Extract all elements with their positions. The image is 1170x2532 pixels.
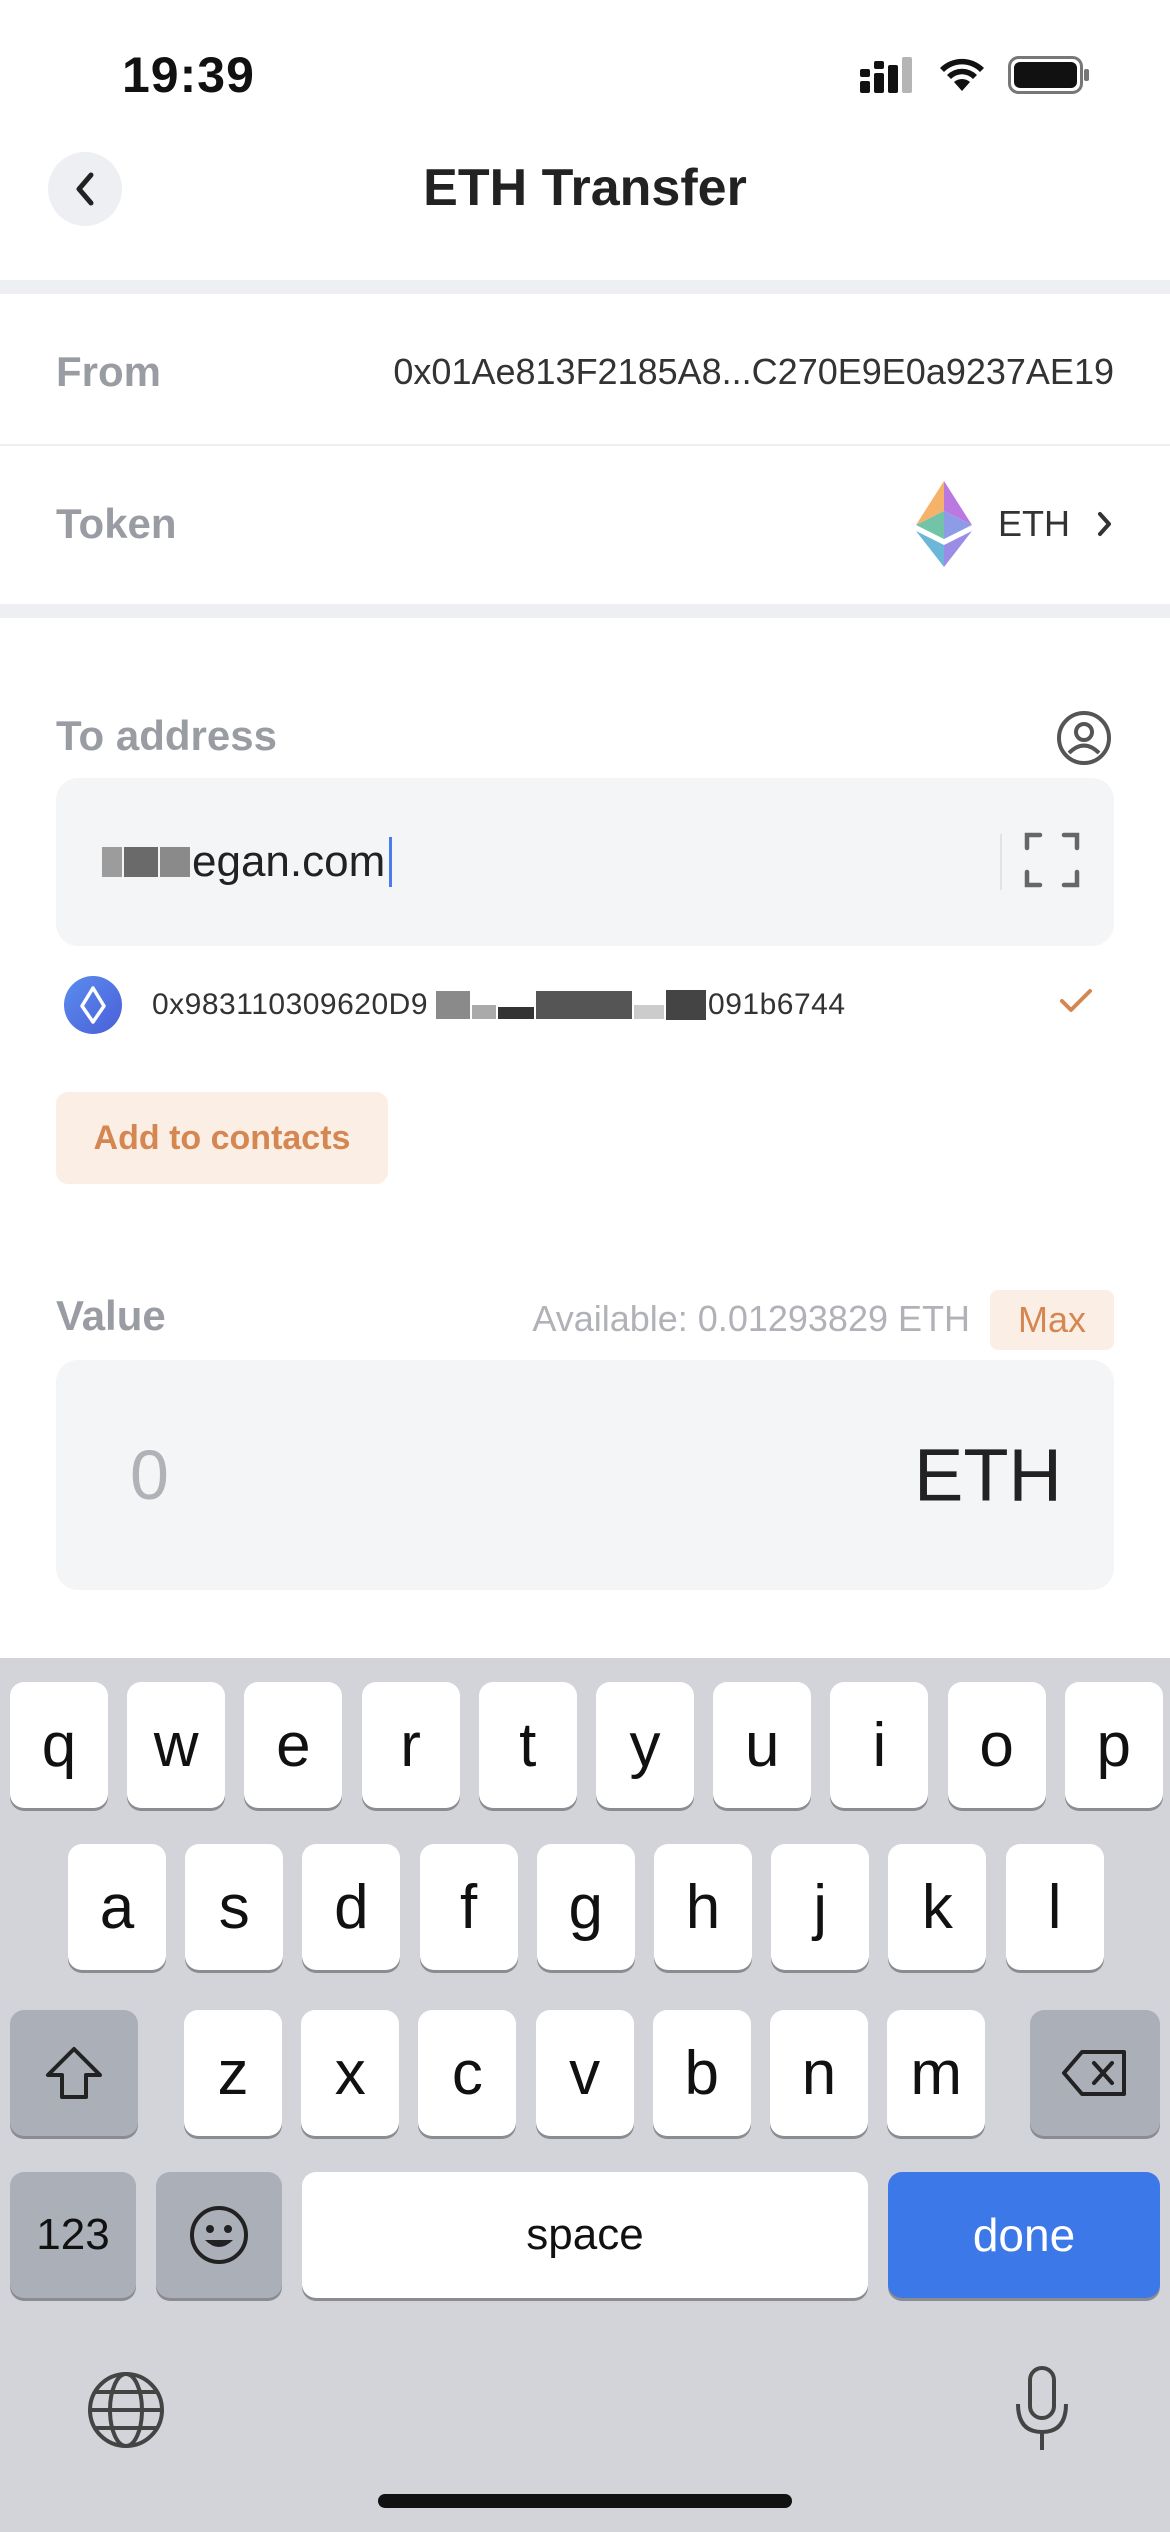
wifi-icon (940, 58, 984, 91)
nav-bar: ETH Transfer (0, 140, 1170, 280)
key-u[interactable]: u (713, 1682, 812, 1808)
max-button[interactable]: Max (990, 1290, 1114, 1350)
check-icon (1060, 989, 1092, 1012)
key-p[interactable]: p (1064, 1682, 1163, 1808)
key-y[interactable]: y (596, 1682, 694, 1808)
to-address-input[interactable]: egan.com (56, 778, 1114, 946)
key-h[interactable]: h (654, 1844, 752, 1970)
key-d[interactable]: d (302, 1844, 401, 1970)
key-z[interactable]: z (184, 2010, 282, 2136)
done-key[interactable]: done (888, 2172, 1160, 2298)
key-s[interactable]: s (185, 1844, 284, 1970)
text-caret (389, 837, 393, 887)
shift-key[interactable] (10, 2010, 138, 2136)
from-address: 0x01Ae813F2185A8...C270E9E0a9237AE19 (393, 351, 1114, 392)
key-l[interactable]: l (1005, 1844, 1104, 1970)
chevron-right-icon (1098, 512, 1111, 536)
key-c[interactable]: c (418, 2010, 517, 2136)
redacted-block (124, 847, 158, 877)
emoji-key[interactable] (156, 2172, 282, 2298)
from-row: From 0x01Ae813F2185A8...C270E9E0a9237AE1… (0, 294, 1170, 450)
key-x[interactable]: x (301, 2010, 400, 2136)
to-address-label: To address (56, 712, 277, 759)
value-label: Value (56, 1292, 166, 1339)
keyboard: 123 space done qwertyuiop asdfghjkl zxcvbn… (0, 1658, 1170, 2532)
token-symbol: ETH (998, 503, 1070, 544)
redacted-block (160, 847, 190, 877)
section-divider (0, 280, 1170, 294)
redacted-block (666, 990, 707, 1020)
key-t[interactable]: t (478, 1682, 577, 1808)
key-g[interactable]: g (536, 1844, 635, 1970)
space-key[interactable]: space (302, 2172, 868, 2298)
resolved-address-row[interactable]: 0x983110309620D9 091b6744 (64, 972, 1114, 1038)
key-r[interactable]: r (361, 1682, 460, 1808)
backspace-icon (1062, 2050, 1126, 2096)
microphone-icon[interactable] (1010, 2364, 1074, 2454)
battery-icon (1008, 56, 1089, 94)
page-title: ETH Transfer (423, 159, 747, 217)
redacted-block (498, 1007, 535, 1019)
shift-icon (46, 2047, 102, 2099)
redacted-block (472, 1005, 497, 1019)
home-indicator (378, 2494, 792, 2508)
key-o[interactable]: o (947, 1682, 1046, 1808)
ethereum-logo-icon (916, 481, 972, 567)
redacted-block (536, 991, 633, 1019)
redacted-block (102, 847, 122, 877)
globe-icon[interactable] (86, 2370, 166, 2450)
value-input-box[interactable]: 0 ETH (56, 1360, 1114, 1590)
value-unit: ETH (914, 1433, 1062, 1517)
available-balance: Available: 0.01293829 ETH (532, 1298, 970, 1339)
key-w[interactable]: w (127, 1682, 226, 1808)
cellular-signal-icon (860, 57, 912, 93)
key-q[interactable]: q (10, 1682, 108, 1808)
backspace-key[interactable] (1030, 2010, 1160, 2136)
key-f[interactable]: f (419, 1844, 518, 1970)
redacted-block (634, 1005, 665, 1019)
redacted-block (436, 991, 471, 1019)
resolved-address-prefix: 0x983110309620D9 (152, 988, 429, 1021)
from-label: From (56, 348, 161, 395)
key-v[interactable]: v (535, 2010, 634, 2136)
section-divider (0, 604, 1170, 618)
contacts-icon[interactable] (1056, 710, 1112, 766)
numbers-key[interactable]: 123 (10, 2172, 136, 2298)
token-row[interactable]: Token ETH (0, 446, 1170, 602)
key-k[interactable]: k (888, 1844, 987, 1970)
key-a[interactable]: a (68, 1844, 166, 1970)
status-time: 19:39 (122, 47, 255, 103)
ens-logo-icon (64, 976, 122, 1034)
key-n[interactable]: n (770, 2010, 868, 2136)
value-input[interactable]: 0 (130, 1435, 169, 1515)
to-address-value: egan.com (192, 837, 386, 886)
key-i[interactable]: i (830, 1682, 929, 1808)
emoji-icon (190, 2206, 248, 2264)
add-to-contacts-button[interactable]: Add to contacts (56, 1092, 388, 1184)
status-bar: 19:39 (0, 0, 1170, 140)
scan-divider (1000, 834, 1002, 890)
key-b[interactable]: b (652, 2010, 751, 2136)
token-label: Token (56, 500, 177, 547)
key-m[interactable]: m (887, 2010, 986, 2136)
token-selector[interactable]: ETH (916, 481, 1114, 567)
status-icons (860, 56, 1090, 94)
resolved-address-suffix: 091b6744 (708, 988, 846, 1021)
key-j[interactable]: j (771, 1844, 870, 1970)
scan-qr-icon[interactable] (1024, 832, 1080, 888)
key-e[interactable]: e (244, 1682, 343, 1808)
